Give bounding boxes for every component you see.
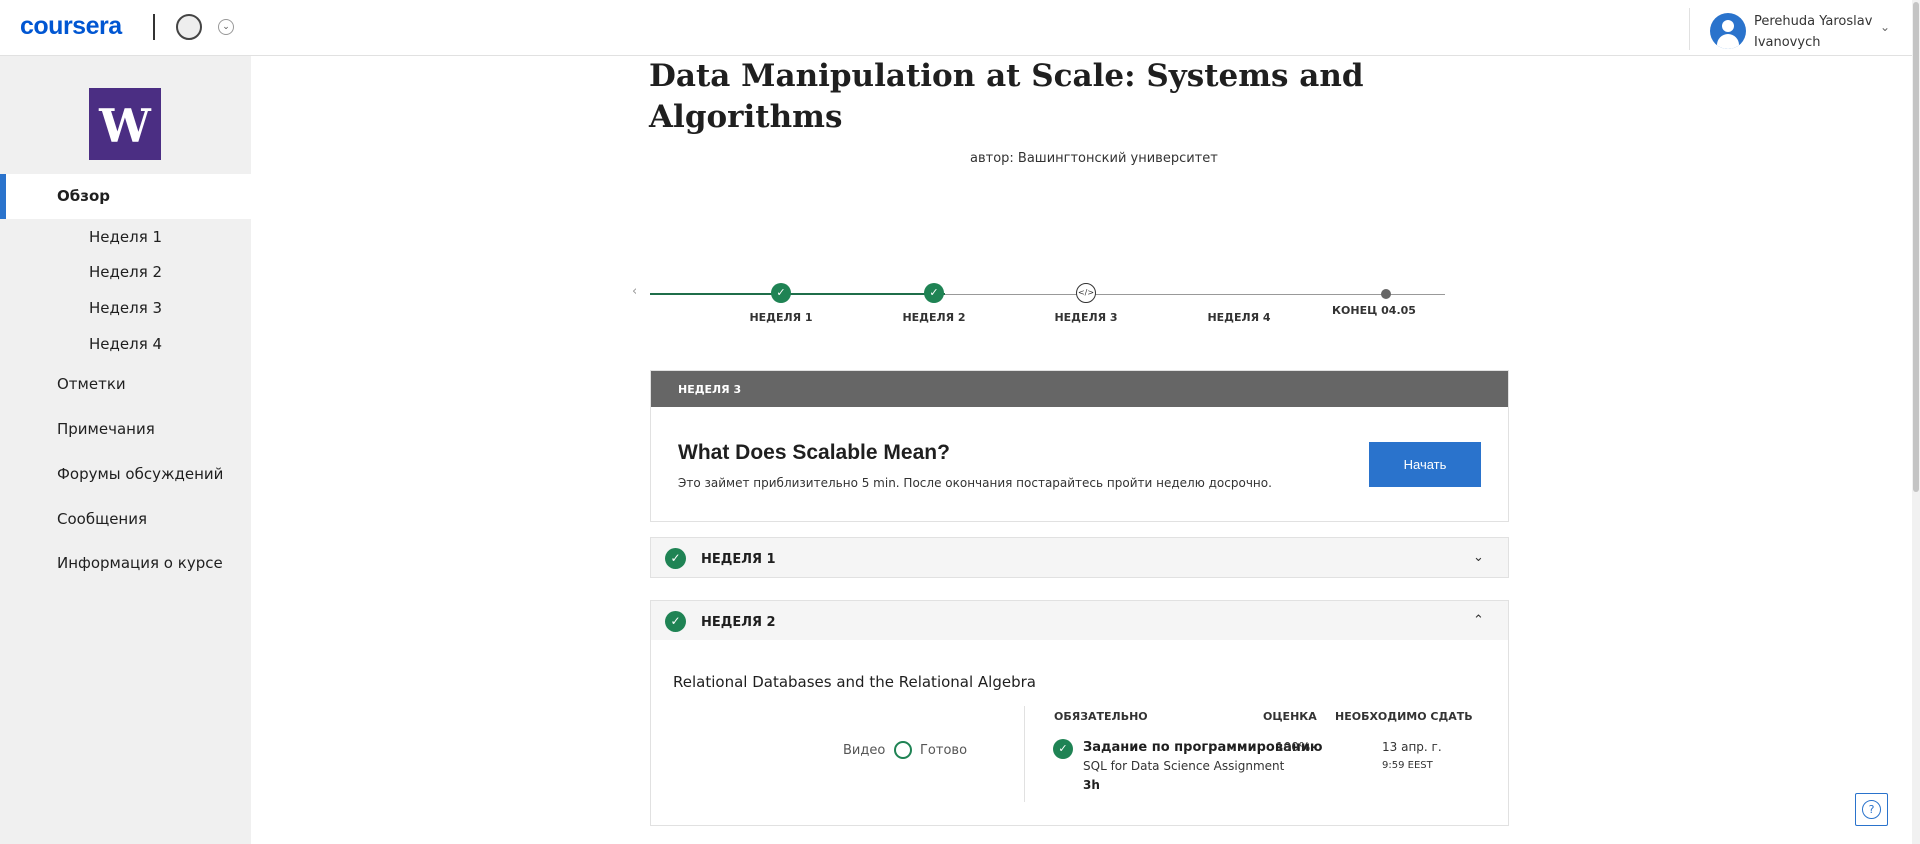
timeline-label-week-3[interactable]: НЕДЕЛЯ 3 [1054, 311, 1117, 324]
user-avatar-icon[interactable] [1710, 13, 1746, 49]
sidebar-item-grades[interactable]: Отметки [57, 375, 126, 393]
current-week-subtitle: Это займет приблизительно 5 min. После о… [678, 476, 1272, 490]
user-divider [1689, 8, 1690, 50]
user-name-first: Perehuda Yaroslav [1754, 14, 1873, 29]
sidebar: W Обзор Неделя 1 Неделя 2 Неделя 3 Недел… [0, 56, 251, 844]
sidebar-item-week-2[interactable]: Неделя 2 [89, 263, 162, 281]
sidebar-item-notes[interactable]: Примечания [57, 420, 155, 438]
accordion-week-2-label: НЕДЕЛЯ 2 [701, 615, 776, 630]
help-button[interactable]: ? [1855, 793, 1888, 826]
column-header-required: ОБЯЗАТЕЛЬНО [1054, 710, 1148, 723]
accordion-week-1[interactable]: ✓ НЕДЕЛЯ 1 ⌄ [650, 537, 1509, 578]
check-icon: ✓ [665, 548, 686, 569]
current-week-card: НЕДЕЛЯ 3 What Does Scalable Mean? Это за… [650, 370, 1509, 522]
timeline-label-end: КОНЕЦ 04.05 [1332, 304, 1416, 317]
timeline-label-week-2[interactable]: НЕДЕЛЯ 2 [902, 311, 965, 324]
question-icon: ? [1862, 800, 1881, 819]
start-button[interactable]: Начать [1369, 442, 1481, 487]
video-label: Видео [843, 743, 886, 758]
sidebar-item-week-4[interactable]: Неделя 4 [89, 335, 162, 353]
sidebar-item-forums[interactable]: Форумы обсуждений [57, 465, 223, 483]
lesson-title[interactable]: Relational Databases and the Relational … [673, 673, 1036, 691]
course-title: Data Manipulation at Scale: Systems and … [649, 58, 1364, 135]
timeline-remaining-line [945, 294, 1445, 295]
assignment-due-time: 9:59 EEST [1382, 760, 1433, 771]
scrollbar-thumb[interactable] [1913, 2, 1919, 492]
chevron-down-icon[interactable]: ⌄ [218, 19, 234, 35]
chevron-up-icon[interactable]: ⌃ [1473, 613, 1484, 628]
chevron-down-icon[interactable]: ⌄ [1473, 550, 1484, 565]
timeline-label-week-4[interactable]: НЕДЕЛЯ 4 [1207, 311, 1270, 324]
column-header-due: НЕОБХОДИМО СДАТЬ [1335, 710, 1473, 723]
partner-logo-icon[interactable] [176, 14, 202, 40]
timeline-week-3-code-icon[interactable]: </> [1076, 283, 1096, 303]
header-divider [153, 14, 155, 40]
completion-ring-icon [894, 741, 912, 759]
active-indicator [0, 174, 6, 219]
assignment-subtitle[interactable]: SQL for Data Science Assignment [1083, 759, 1284, 773]
done-label: Готово [920, 743, 968, 758]
sidebar-item-overview[interactable]: Обзор [0, 174, 251, 219]
sidebar-item-label: Обзор [57, 187, 110, 205]
user-name-last: Ivanovych [1754, 35, 1821, 50]
sidebar-item-course-info[interactable]: Информация о курсе [57, 554, 223, 572]
coursera-logo[interactable]: coursera [20, 12, 122, 41]
chevron-left-icon[interactable]: ‹ [632, 284, 637, 299]
column-divider [1024, 706, 1025, 802]
current-week-header: НЕДЕЛЯ 3 [651, 371, 1508, 407]
user-name[interactable]: Perehuda Yaroslav Ivanovych [1754, 11, 1884, 53]
accordion-week-1-label: НЕДЕЛЯ 1 [701, 552, 776, 567]
current-week-title: What Does Scalable Mean? [678, 441, 950, 464]
top-bar: coursera ⌄ Perehuda Yaroslav Ivanovych ⌄ [0, 0, 1920, 56]
assignment-check-icon: ✓ [1053, 739, 1073, 759]
timeline-label-week-1[interactable]: НЕДЕЛЯ 1 [749, 311, 812, 324]
accordion-week-2[interactable]: ✓ НЕДЕЛЯ 2 ⌃ [650, 600, 1509, 641]
timeline-week-1-check-icon[interactable]: ✓ [771, 283, 791, 303]
assignment-duration: 3h [1083, 778, 1100, 792]
assignment-due-date: 13 апр. г. [1382, 740, 1442, 754]
timeline-end-dot-icon [1381, 289, 1391, 299]
user-menu-chevron-icon[interactable]: ⌄ [1880, 20, 1890, 34]
timeline-week-2-check-icon[interactable]: ✓ [924, 283, 944, 303]
course-author[interactable]: автор: Вашингтонский университет [970, 151, 1218, 166]
column-header-grade: ОЦЕНКА [1263, 710, 1317, 723]
sidebar-item-week-1[interactable]: Неделя 1 [89, 228, 162, 246]
check-icon: ✓ [665, 611, 686, 632]
sidebar-item-week-3[interactable]: Неделя 3 [89, 299, 162, 317]
assignment-grade: 100% [1276, 740, 1311, 754]
week-2-content: Relational Databases and the Relational … [650, 640, 1509, 826]
sidebar-item-messages[interactable]: Сообщения [57, 510, 147, 528]
timeline-progress-line [650, 293, 945, 295]
week-timeline: ‹ ✓ ✓ </> НЕДЕЛЯ 1 НЕДЕЛЯ 2 НЕДЕЛЯ 3 НЕД… [630, 276, 1445, 336]
university-logo: W [89, 88, 161, 160]
